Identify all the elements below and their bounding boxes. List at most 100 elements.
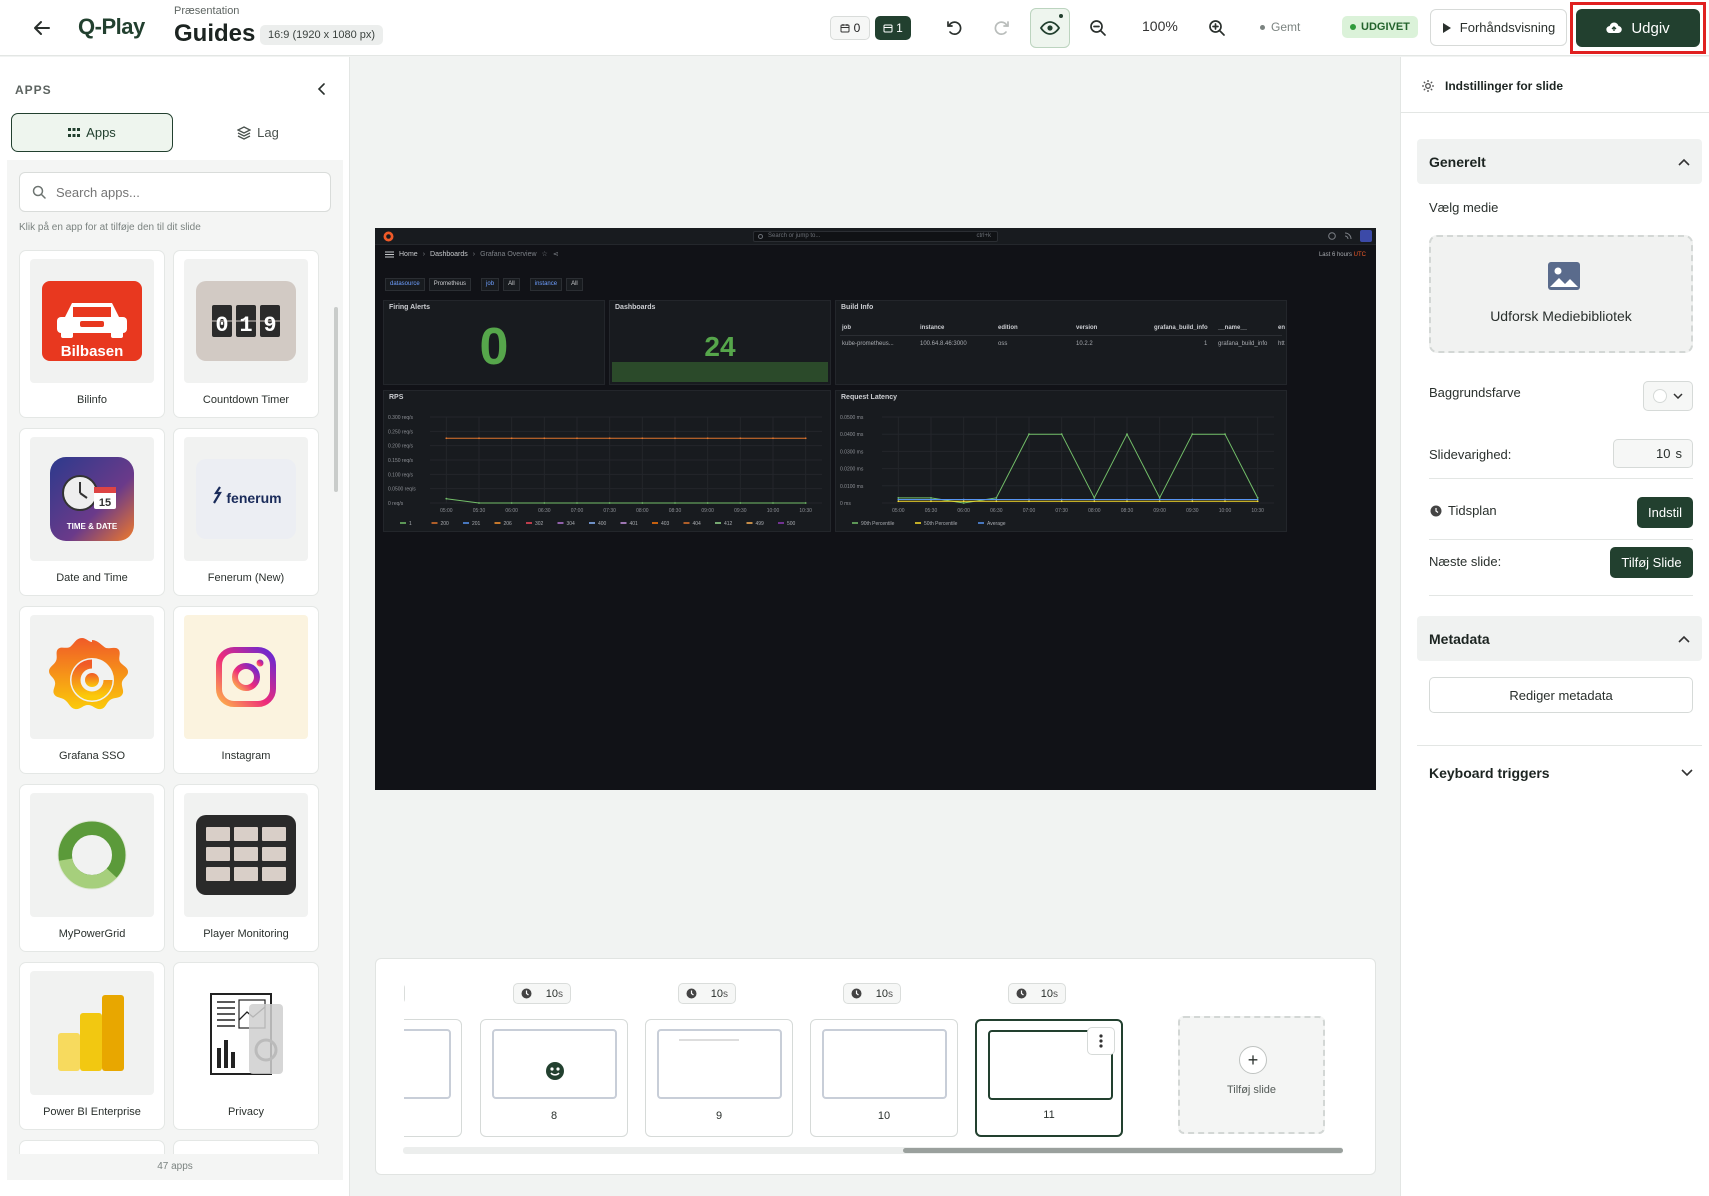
preview-eye-toggle[interactable] xyxy=(1030,8,1070,48)
slide-canvas[interactable]: Search or jump to... ctrl+k Home › Dashb… xyxy=(375,228,1376,790)
table-header: job xyxy=(842,325,851,331)
slide-number: 7 xyxy=(404,1110,461,1122)
table-divider xyxy=(840,335,1282,336)
app-thumb xyxy=(30,615,154,739)
legend-label: 50th Percentile xyxy=(924,521,958,527)
slide-frame[interactable]: 10 xyxy=(810,1019,958,1137)
redo-icon[interactable] xyxy=(988,14,1016,42)
slide-duration[interactable]: 10s xyxy=(404,983,405,1004)
app-name: Date and Time xyxy=(56,572,128,584)
slide-duration[interactable]: 10s xyxy=(843,983,901,1004)
divider xyxy=(1429,539,1693,540)
edit-metadata-button[interactable]: Rediger metadata xyxy=(1429,677,1693,713)
bg-color-picker[interactable] xyxy=(1643,381,1693,411)
zoom-in-icon[interactable] xyxy=(1203,14,1231,42)
table-cell: kube-prometheus... xyxy=(842,341,894,347)
bg-color-label: Baggrundsfarve xyxy=(1429,385,1521,400)
star-icon: ☆ xyxy=(541,251,548,258)
slide-preview xyxy=(492,1029,617,1099)
keyboard-triggers-header[interactable]: Keyboard triggers xyxy=(1429,765,1693,781)
app-card-partial[interactable] xyxy=(173,1140,319,1154)
legend-label: 412 xyxy=(724,521,733,527)
slide-thumb-8: 10s 8 xyxy=(480,983,628,1158)
y-tick-label: 0.100 req/s xyxy=(388,472,414,478)
data-point xyxy=(897,498,900,501)
bilbasen-logo-icon: Bilbasen xyxy=(42,281,142,361)
app-card-power-bi-enterprise[interactable]: Power BI Enterprise xyxy=(19,962,165,1130)
app-card-privacy[interactable]: Privacy xyxy=(173,962,319,1130)
app-card-fenerum[interactable]: fenerum Fenerum (New) xyxy=(173,428,319,596)
slide-frame[interactable]: 8 xyxy=(480,1019,628,1137)
duration-input[interactable]: 10 s xyxy=(1613,439,1693,468)
plus-icon: + xyxy=(1239,1046,1267,1074)
app-card-bilinfo[interactable]: Bilbasen Bilinfo xyxy=(19,250,165,418)
calendar-check-icon xyxy=(883,24,893,33)
app-card-partial[interactable] xyxy=(19,1140,165,1154)
publish-button[interactable]: Udgiv xyxy=(1576,9,1700,47)
presentation-title[interactable]: Guides xyxy=(174,20,255,48)
search-input[interactable] xyxy=(56,184,306,200)
slide-frame[interactable]: 7 xyxy=(404,1019,462,1137)
dashboards-sparkline xyxy=(612,362,828,382)
data-point xyxy=(897,496,900,499)
data-point xyxy=(1158,498,1161,501)
undo-icon[interactable] xyxy=(940,14,968,42)
data-point xyxy=(930,500,932,503)
media-library-button[interactable]: Udforsk Mediebibliotek xyxy=(1429,235,1693,353)
app-card-date-and-time[interactable]: 15 TIME & DATE Date and Time xyxy=(19,428,165,596)
x-tick-label: 10:00 xyxy=(1219,508,1232,514)
filmstrip-scrollbar[interactable] xyxy=(903,1148,1343,1153)
section-general-header[interactable]: Generelt xyxy=(1417,139,1702,184)
tab-apps[interactable]: Apps xyxy=(11,113,173,152)
draft-count-badge[interactable]: 0 xyxy=(830,16,870,40)
image-icon xyxy=(1548,262,1580,290)
var-value-instance: All xyxy=(566,278,583,291)
svg-text:9: 9 xyxy=(263,313,276,338)
app-card-countdown-timer[interactable]: 0 1 9 Countdown Timer xyxy=(173,250,319,418)
apps-scrollbar[interactable] xyxy=(334,307,338,492)
slide-frame-active[interactable]: 11 xyxy=(975,1019,1123,1137)
rss-icon xyxy=(1344,232,1352,240)
slide-duration[interactable]: 10s xyxy=(678,983,736,1004)
legend-label: 201 xyxy=(472,521,481,527)
divider xyxy=(1401,112,1709,113)
divider xyxy=(1417,745,1702,746)
user-avatar[interactable] xyxy=(1360,230,1372,242)
app-name: Player Monitoring xyxy=(203,928,289,940)
grafana-search[interactable]: Search or jump to... ctrl+k xyxy=(753,231,998,242)
slide-frame[interactable]: 9 xyxy=(645,1019,793,1137)
active-count-badge[interactable]: 1 xyxy=(875,16,911,40)
add-next-slide-button[interactable]: Tilføj Slide xyxy=(1610,547,1693,578)
app-name: Grafana SSO xyxy=(58,750,126,762)
slide-duration-value: 10 xyxy=(875,987,888,1000)
slide-thumb-11: 10s 11 xyxy=(975,983,1123,1158)
slide-options-button[interactable] xyxy=(1087,1027,1115,1055)
app-card-grafana-sso[interactable]: Grafana SSO xyxy=(19,606,165,774)
media-label: Vælg medie xyxy=(1429,200,1499,215)
app-card-player-monitoring[interactable]: Player Monitoring xyxy=(173,784,319,952)
app-card-mypowergrid[interactable]: MyPowerGrid xyxy=(19,784,165,952)
breadcrumb-current: Grafana Overview xyxy=(480,250,537,258)
slide-duration[interactable]: 10s xyxy=(513,983,571,1004)
collapse-panel-chevron-icon[interactable] xyxy=(310,77,334,101)
search-box[interactable] xyxy=(19,172,331,212)
slide-duration[interactable]: 10s xyxy=(1008,983,1066,1004)
section-metadata-header[interactable]: Metadata xyxy=(1417,616,1702,661)
slide-duration-value: 10 xyxy=(545,987,558,1000)
app-card-instagram[interactable]: Instagram xyxy=(173,606,319,774)
tab-layers[interactable]: Lag xyxy=(180,113,336,152)
zoom-out-icon[interactable] xyxy=(1084,14,1112,42)
grafana-logo-icon xyxy=(383,231,394,242)
grafana-variables: datasource Prometheus job All instance A… xyxy=(385,278,583,291)
divider xyxy=(1429,595,1693,596)
preview-button[interactable]: Forhåndsvisning xyxy=(1430,9,1567,46)
add-slide-button[interactable]: + Tilføj slide xyxy=(1178,1016,1325,1134)
apps-panel: APPS Apps Lag Klik på en app for at tilf… xyxy=(0,57,350,1196)
schedule-button[interactable]: Indstil xyxy=(1637,497,1693,528)
legend-label: 90th Percentile xyxy=(861,521,895,527)
back-arrow-icon[interactable] xyxy=(28,14,56,42)
y-tick-label: 0 ms xyxy=(840,501,851,507)
search-icon xyxy=(758,234,763,239)
data-point xyxy=(674,437,676,440)
data-point xyxy=(1093,500,1096,503)
